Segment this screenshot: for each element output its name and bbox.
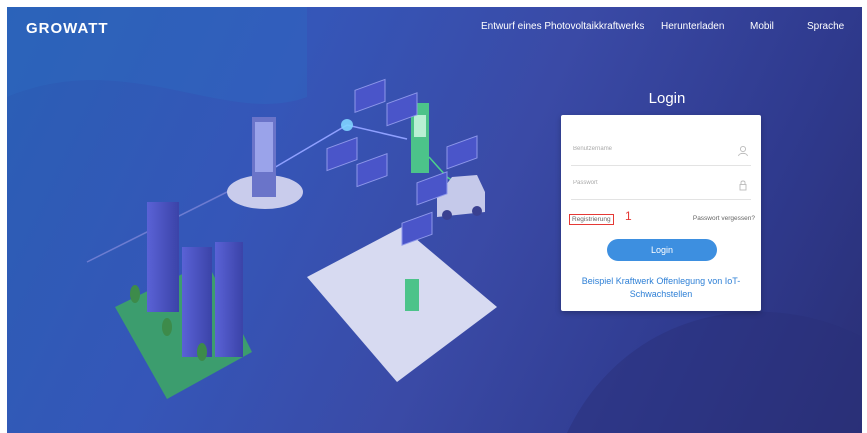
user-icon	[738, 145, 748, 157]
nav-language[interactable]: Sprache	[807, 21, 844, 32]
password-input[interactable]	[571, 179, 725, 187]
nav-plant-design[interactable]: Entwurf eines Photovoltaikkraftwerks	[481, 21, 644, 32]
login-card: Registrierung 1 Passwort vergessen? Logi…	[561, 115, 761, 311]
bottom-links: Beispiel Kraftwerk Offenlegung von IoT-S…	[571, 275, 751, 301]
login-title: Login	[648, 90, 686, 107]
annotation-number: 1	[625, 209, 632, 223]
username-input[interactable]	[571, 145, 725, 153]
username-field[interactable]	[571, 139, 751, 166]
top-navigation: GROWATT Entwurf eines Photovoltaikkraftw…	[7, 7, 862, 47]
password-field[interactable]	[571, 173, 751, 200]
register-link[interactable]: Registrierung	[569, 214, 614, 225]
example-plant-link[interactable]: Beispiel Kraftwerk	[582, 276, 654, 286]
forgot-password-link[interactable]: Passwort vergessen?	[693, 215, 755, 222]
nav-mobile[interactable]: Mobil	[750, 21, 774, 32]
nav-download[interactable]: Herunterladen	[661, 21, 724, 32]
growatt-logo[interactable]: GROWATT	[26, 20, 109, 37]
page-frame: GROWATT Entwurf eines Photovoltaikkraftw…	[7, 7, 862, 433]
lock-icon	[739, 180, 747, 191]
login-button[interactable]: Login	[607, 239, 717, 261]
